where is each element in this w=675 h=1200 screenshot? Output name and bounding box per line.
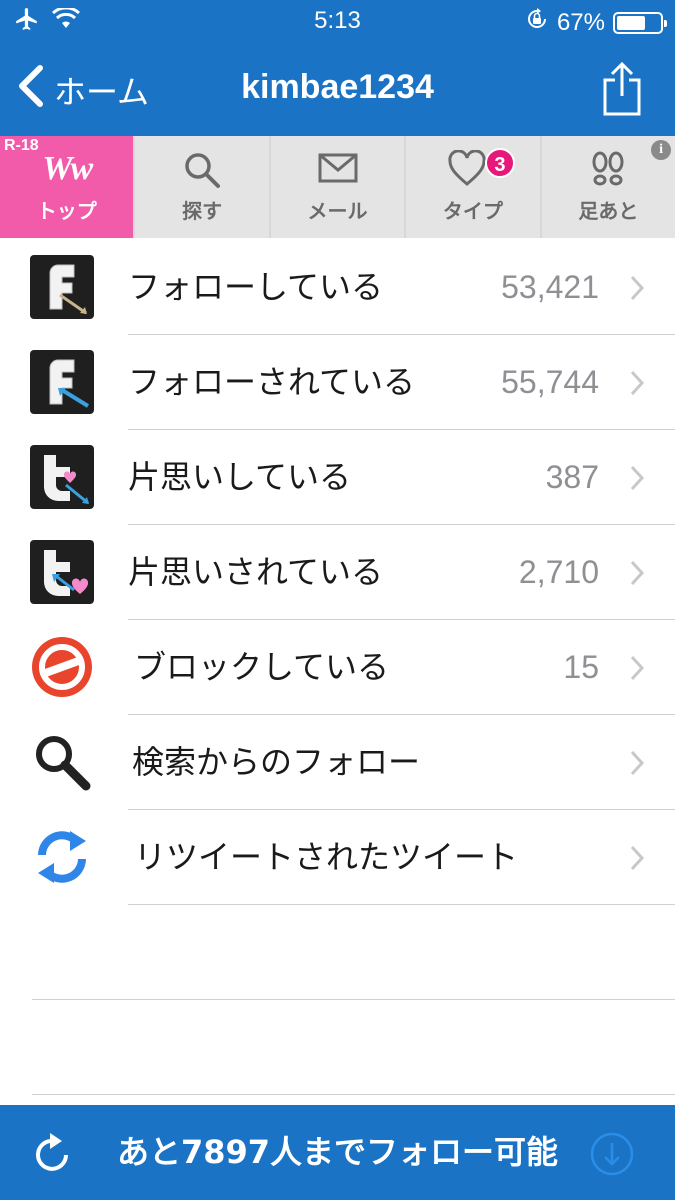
row-count: 15 xyxy=(563,649,599,685)
row-count: 53,421 xyxy=(501,269,599,305)
list-item-blocking[interactable]: ブロックしている 15 xyxy=(0,620,675,715)
list-item-search-follows[interactable]: 検索からのフォロー xyxy=(0,715,675,810)
bottom-bar: あと7897人までフォロー可能 xyxy=(0,1105,675,1200)
list-item-one-way-following[interactable]: 片思いしている 387 xyxy=(0,430,675,525)
tab-label: 足あと xyxy=(578,201,639,223)
list-item-followers[interactable]: フォローされている 55,744 xyxy=(0,335,675,430)
row-label: ブロックしている xyxy=(134,648,390,686)
back-button[interactable]: ホーム xyxy=(16,64,149,116)
chevron-right-icon xyxy=(629,369,645,401)
retweet-icon xyxy=(30,825,94,889)
list-item-retweeted[interactable]: リツイートされたツイート xyxy=(0,810,675,905)
divider xyxy=(32,999,675,1000)
block-icon xyxy=(30,635,94,699)
chevron-left-icon xyxy=(16,64,46,116)
row-count: 387 xyxy=(545,459,599,495)
one-way-following-icon xyxy=(30,445,94,509)
heart-icon xyxy=(447,149,487,194)
orientation-lock-icon xyxy=(525,7,549,38)
tab-label: タイプ xyxy=(442,201,503,223)
row-label: リツイートされたツイート xyxy=(134,838,519,876)
footprints-icon xyxy=(588,150,628,196)
search-icon xyxy=(30,730,94,794)
status-right: 67% xyxy=(525,7,667,38)
mail-icon xyxy=(317,150,359,192)
chevron-right-icon xyxy=(629,844,645,876)
tab-bar: R-18 Ww トップ 探す メール 3 タイプ 足あと i xyxy=(0,136,675,238)
follow-limit-text: あと7897人までフォロー可能 xyxy=(116,1133,559,1171)
tab-footprints[interactable]: 足あと i xyxy=(541,136,675,238)
tab-top[interactable]: R-18 Ww トップ xyxy=(0,136,134,238)
row-count: 2,710 xyxy=(518,554,599,590)
ad-info-icon[interactable]: i xyxy=(651,140,672,160)
chevron-right-icon xyxy=(629,654,645,686)
battery-percent: 67% xyxy=(556,8,605,36)
row-label: フォローしている xyxy=(128,268,384,306)
divider xyxy=(128,904,675,905)
tab-type[interactable]: 3 タイプ xyxy=(406,136,540,238)
share-icon xyxy=(601,61,643,122)
tab-label: トップ xyxy=(36,201,97,223)
magnifier-icon xyxy=(182,150,222,196)
follower-icon xyxy=(30,350,94,414)
one-way-follower-icon xyxy=(30,540,94,604)
list-item-following[interactable]: フォローしている 53,421 xyxy=(0,240,675,335)
ww-logo: Ww xyxy=(42,150,93,187)
download-icon[interactable] xyxy=(589,1131,635,1181)
battery-icon xyxy=(613,11,667,34)
chevron-right-icon xyxy=(629,749,645,781)
row-label: 片思いされている xyxy=(128,553,384,591)
header: 5:13 67% ホーム kimbae1234 xyxy=(0,0,675,136)
menu-list: フォローしている 53,421 フォローされている 55,744 片思いしている… xyxy=(0,240,675,905)
page-title: kimbae1234 xyxy=(241,68,434,106)
share-button[interactable] xyxy=(601,60,643,122)
nav-bar: ホーム kimbae1234 xyxy=(0,44,675,136)
notification-badge: 3 xyxy=(484,148,515,178)
row-count: 55,744 xyxy=(501,364,599,400)
chevron-right-icon xyxy=(629,274,645,306)
row-label: 片思いしている xyxy=(128,458,352,496)
status-bar: 5:13 67% xyxy=(0,0,675,44)
chevron-right-icon xyxy=(629,559,645,591)
list-item-one-way-followers[interactable]: 片思いされている 2,710 xyxy=(0,525,675,620)
tab-label: 探す xyxy=(182,201,223,223)
row-label: フォローされている xyxy=(128,363,416,401)
tab-search[interactable]: 探す xyxy=(135,136,269,238)
divider xyxy=(32,1094,675,1095)
follow-icon xyxy=(30,255,94,319)
back-label: ホーム xyxy=(54,74,150,110)
tab-label: メール xyxy=(307,201,368,223)
row-label: 検索からのフォロー xyxy=(132,743,421,781)
tab-mail[interactable]: メール xyxy=(270,136,405,238)
chevron-right-icon xyxy=(629,464,645,496)
